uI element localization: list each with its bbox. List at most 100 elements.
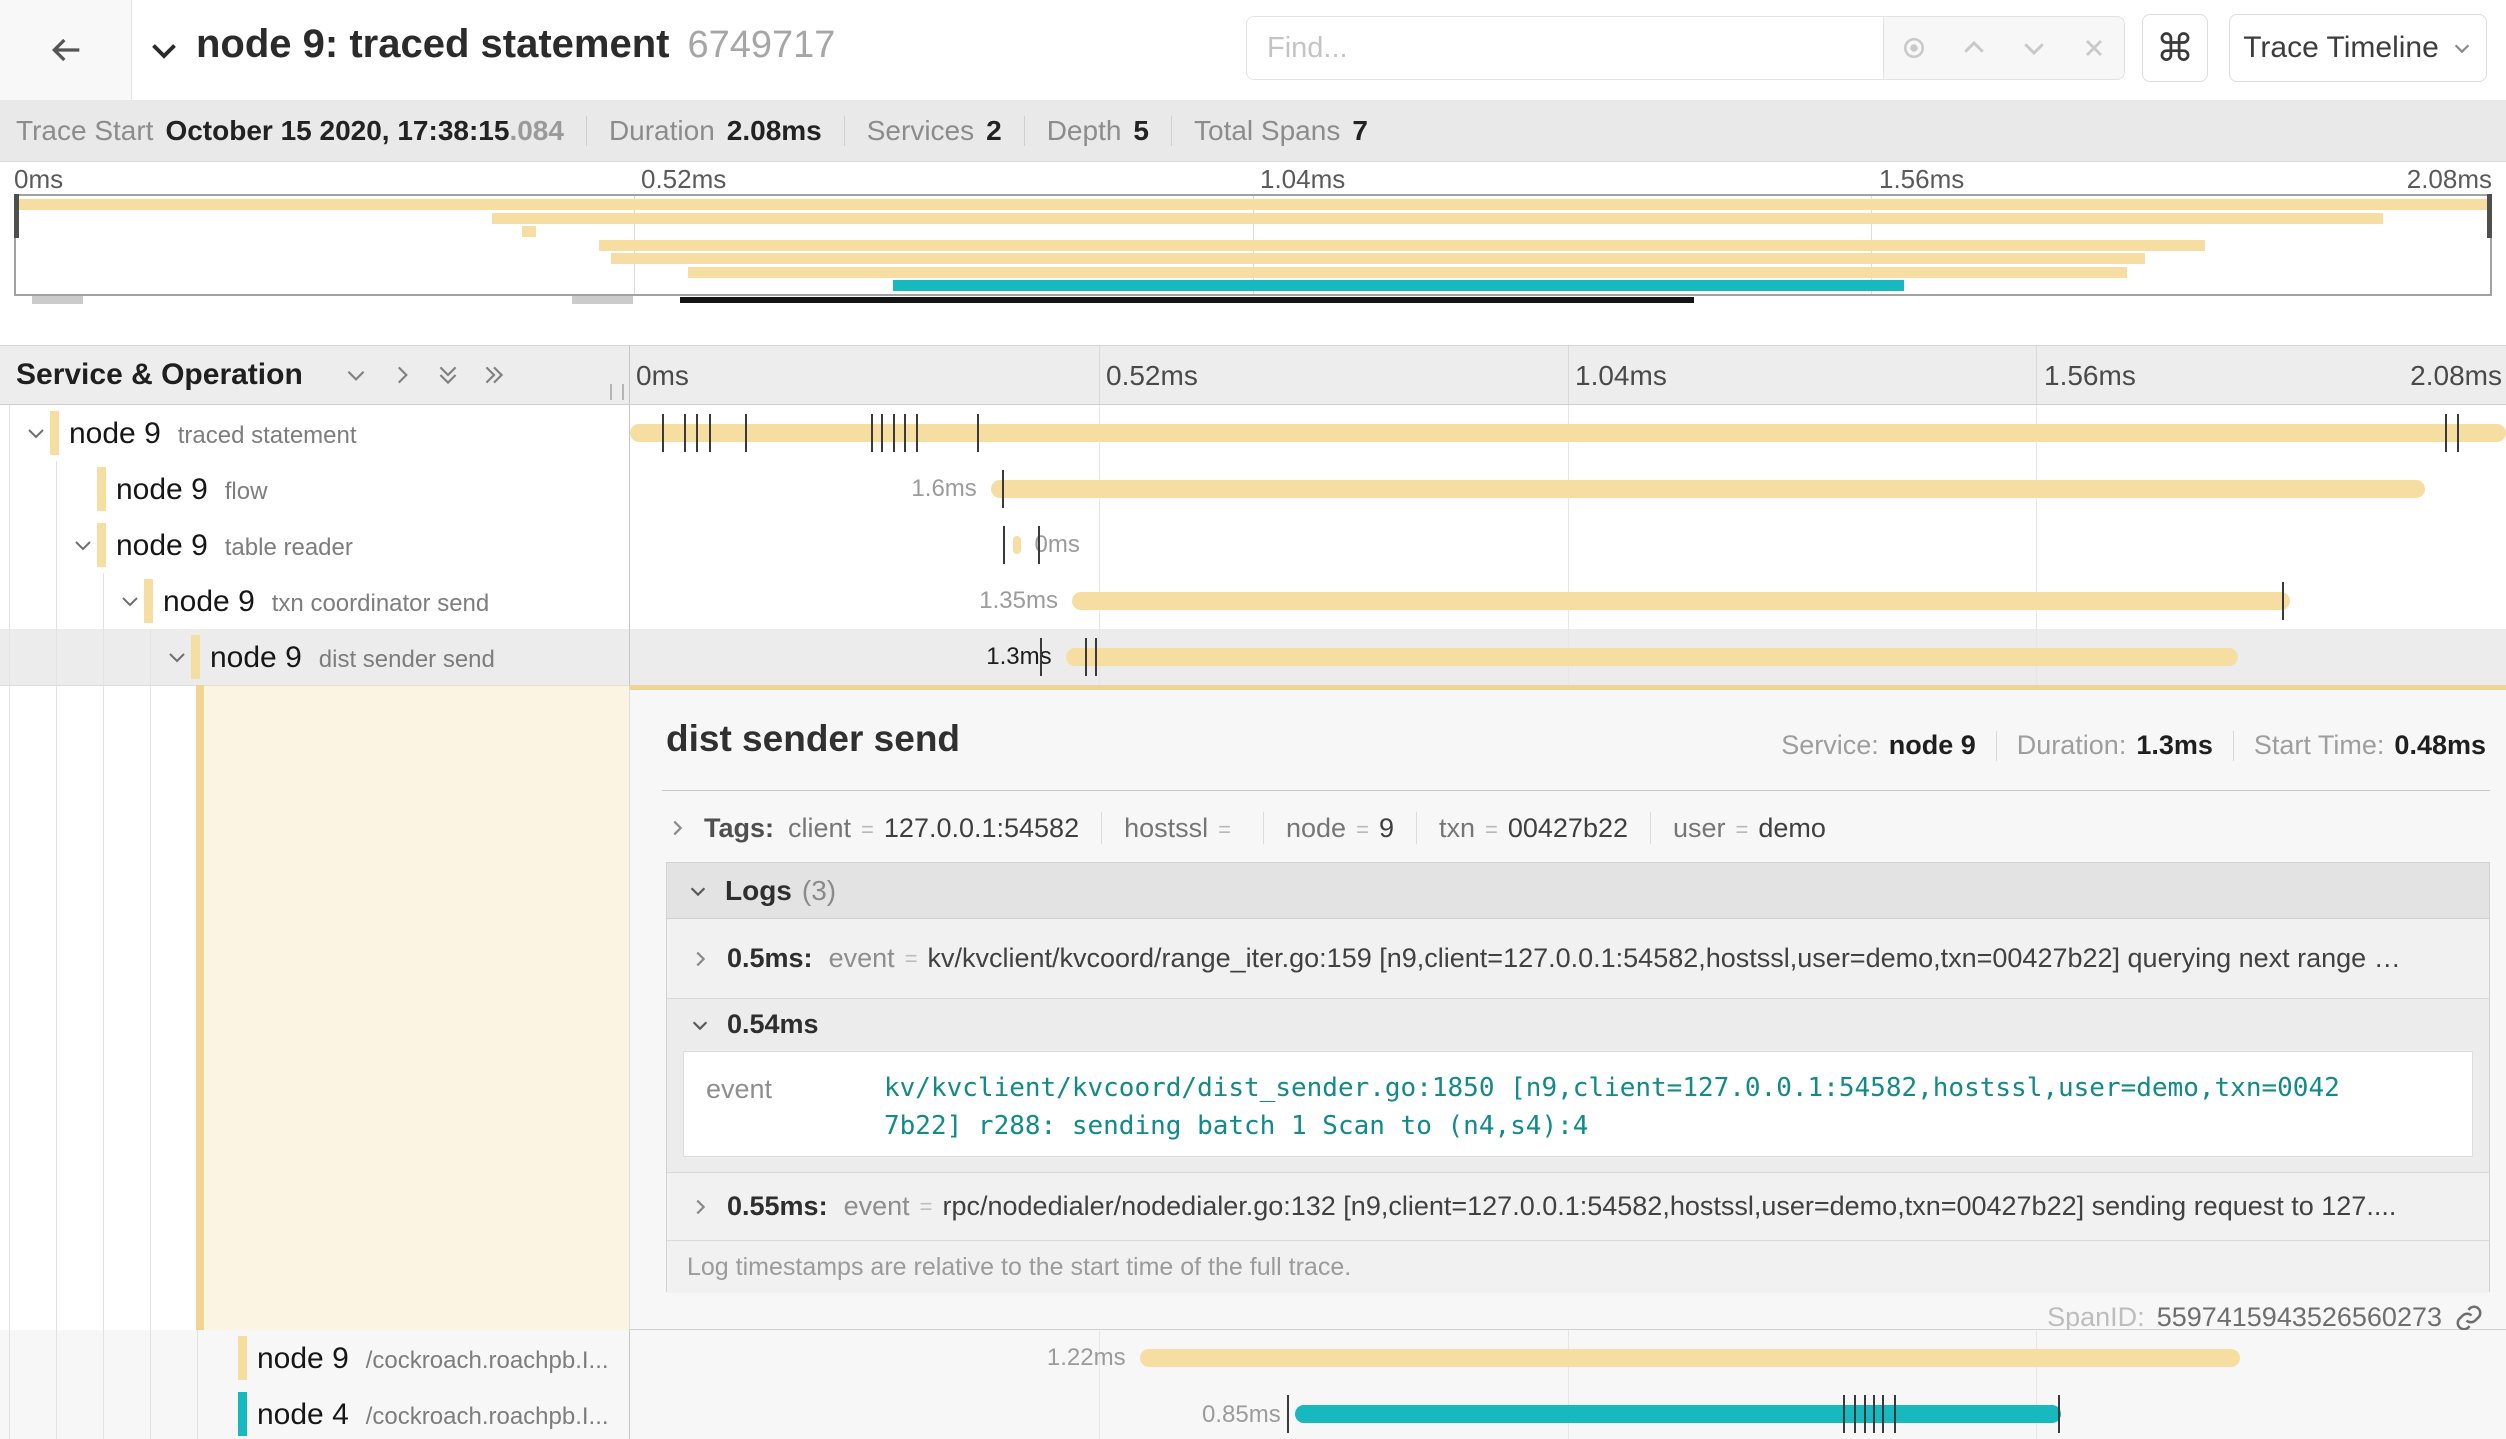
- span-row-dist-sender-send[interactable]: node 9dist sender send 1.3ms: [0, 629, 2506, 685]
- span-bar[interactable]: [1072, 592, 2290, 610]
- log-key: event: [844, 1191, 910, 1222]
- span-duration-label: 0.85ms: [1202, 1386, 1281, 1439]
- prev-match-button[interactable]: [1949, 23, 1999, 73]
- expand-all-button[interactable]: [471, 346, 517, 404]
- service-color-bar: [97, 523, 106, 567]
- trace-collapse-chevron[interactable]: [146, 32, 182, 73]
- minimap-drag-handle[interactable]: [572, 296, 633, 304]
- expand-one-button[interactable]: [379, 346, 425, 404]
- find-controls: [1883, 16, 2125, 80]
- log-marker-tick: [1085, 638, 1087, 676]
- minimap-canvas[interactable]: [14, 194, 2492, 296]
- log-entry[interactable]: 0.5ms: event = kv/kvclient/kvcoord/range…: [667, 919, 2489, 999]
- ruler-tick-label: 2.08ms: [2410, 360, 2502, 392]
- span-row-flow[interactable]: node 9flow 1.6ms: [0, 461, 2506, 517]
- service-name: node 9: [116, 529, 208, 563]
- span-row-roachpb-node4[interactable]: node 4/cockroach.roachpb.I... 0.85ms: [0, 1386, 2506, 1439]
- tag-client: client=127.0.0.1:54582: [788, 813, 1079, 844]
- viewport-right-scrubber[interactable]: [2487, 194, 2492, 238]
- tags-accordion[interactable]: Tags: client=127.0.0.1:54582 hostssl= no…: [666, 802, 1826, 854]
- minimap-tick-label: 2.08ms: [2407, 164, 2492, 195]
- detail-accent-bar: [196, 685, 204, 1330]
- row-collapse-chevron[interactable]: [165, 645, 189, 669]
- span-bar[interactable]: [1013, 536, 1020, 554]
- operation-name: traced statement: [178, 422, 357, 450]
- tag-user: user=demo: [1673, 813, 1826, 844]
- minimap-row: [16, 253, 2490, 264]
- service-color-bar: [191, 635, 200, 679]
- minimap-drag-handle[interactable]: [32, 296, 83, 304]
- span-detail-panel: dist sender send Service: node 9 Duratio…: [629, 685, 2506, 1330]
- trace-id: 6749717: [687, 24, 835, 66]
- log-marker-tick: [893, 414, 895, 452]
- span-bar[interactable]: [1295, 1405, 2062, 1423]
- collapse-one-button[interactable]: [333, 346, 379, 404]
- tree-guide-line: [103, 686, 104, 1330]
- tag-hostssl: hostssl=: [1124, 813, 1241, 844]
- tree-guide-line: [150, 686, 151, 1330]
- minimap-row: [16, 280, 2490, 291]
- duration-label: Duration:: [2017, 730, 2127, 761]
- divider: [662, 790, 2490, 791]
- viewport-left-scrubber[interactable]: [14, 194, 19, 238]
- service-color-bar: [97, 467, 106, 511]
- clear-find-button[interactable]: [2069, 23, 2119, 73]
- depth-value: 5: [1133, 115, 1149, 147]
- span-row-roachpb-node9[interactable]: node 9/cockroach.roachpb.I... 1.22ms: [0, 1330, 2506, 1386]
- logs-accordion-header[interactable]: Logs (3): [667, 863, 2489, 919]
- span-row-table-reader[interactable]: node 9table reader 0ms: [0, 517, 2506, 573]
- span-bar[interactable]: [1140, 1349, 2240, 1367]
- span-row-traced-statement[interactable]: node 9 traced statement: [0, 405, 2506, 461]
- focus-match-button[interactable]: [1889, 23, 1939, 73]
- log-timestamp: 0.54ms: [727, 1009, 819, 1040]
- operation-name: txn coordinator send: [272, 590, 489, 618]
- row-collapse-chevron[interactable]: [71, 533, 95, 557]
- find-input[interactable]: [1246, 16, 1883, 80]
- back-button[interactable]: [0, 0, 132, 100]
- detail-overview: Service: node 9 Duration: 1.3ms Start Ti…: [1781, 730, 2486, 761]
- span-bar[interactable]: [1066, 648, 2239, 666]
- service-operation-label: Service & Operation: [16, 358, 303, 392]
- tree-guide-line: [9, 517, 10, 573]
- collapse-all-button[interactable]: [425, 346, 471, 404]
- minimap-row: [16, 199, 2490, 210]
- tree-guide-line: [56, 686, 57, 1330]
- logs-section: Logs (3) 0.5ms: event = kv/kvclient/kvco…: [666, 862, 2490, 1292]
- log-marker-tick: [2058, 1395, 2060, 1433]
- row-collapse-chevron[interactable]: [24, 421, 48, 445]
- chevron-down-icon: [71, 533, 95, 557]
- row-collapse-chevron[interactable]: [118, 589, 142, 613]
- service-name: node 9: [210, 641, 302, 675]
- log-accordion-header[interactable]: 0.54ms: [689, 1009, 835, 1040]
- log-timestamp: 0.55ms:: [727, 1191, 828, 1222]
- services-value: 2: [986, 115, 1002, 147]
- divider: [1171, 116, 1172, 146]
- tree-guide-line: [9, 461, 10, 517]
- trace-start-label: Trace Start: [16, 115, 153, 147]
- operation-name: /cockroach.roachpb.I...: [366, 1347, 609, 1375]
- keyboard-shortcuts-button[interactable]: ⌘: [2142, 14, 2208, 82]
- timeline-ruler: 0ms 0.52ms 1.04ms 1.56ms 2.08ms: [629, 346, 2506, 404]
- minimap-span-bar: [893, 280, 1904, 291]
- view-type-dropdown[interactable]: Trace Timeline: [2229, 14, 2487, 82]
- page-title: node 9: traced statement6749717: [196, 22, 835, 67]
- span-row-txn-coordinator-send[interactable]: node 9txn coordinator send 1.35ms: [0, 573, 2506, 629]
- duration-label: Duration: [609, 115, 715, 147]
- span-list: node 9 traced statement node 9flow 1.6ms: [0, 405, 2506, 1439]
- log-marker-tick: [696, 414, 698, 452]
- service-name: node 9: [69, 417, 161, 451]
- log-entry[interactable]: 0.55ms: event = rpc/nodedialer/nodediale…: [667, 1173, 2489, 1241]
- span-bar[interactable]: [630, 424, 2506, 442]
- span-bar[interactable]: [991, 480, 2425, 498]
- minimap-selection-bar: [680, 297, 1694, 303]
- ruler-tick-label: 1.04ms: [1575, 360, 1667, 392]
- service-color-bar: [144, 579, 153, 623]
- column-resize-grip[interactable]: [610, 384, 624, 400]
- next-match-button[interactable]: [2009, 23, 2059, 73]
- minimap-tick-label: 1.56ms: [1879, 164, 1964, 195]
- link-icon[interactable]: [2454, 1303, 2484, 1333]
- log-marker-tick: [745, 414, 747, 452]
- trace-minimap: 0ms 0.52ms 1.04ms 1.56ms 2.08ms: [0, 162, 2506, 308]
- chevron-down-icon: [118, 589, 142, 613]
- span-duration-label: 1.6ms: [911, 461, 976, 517]
